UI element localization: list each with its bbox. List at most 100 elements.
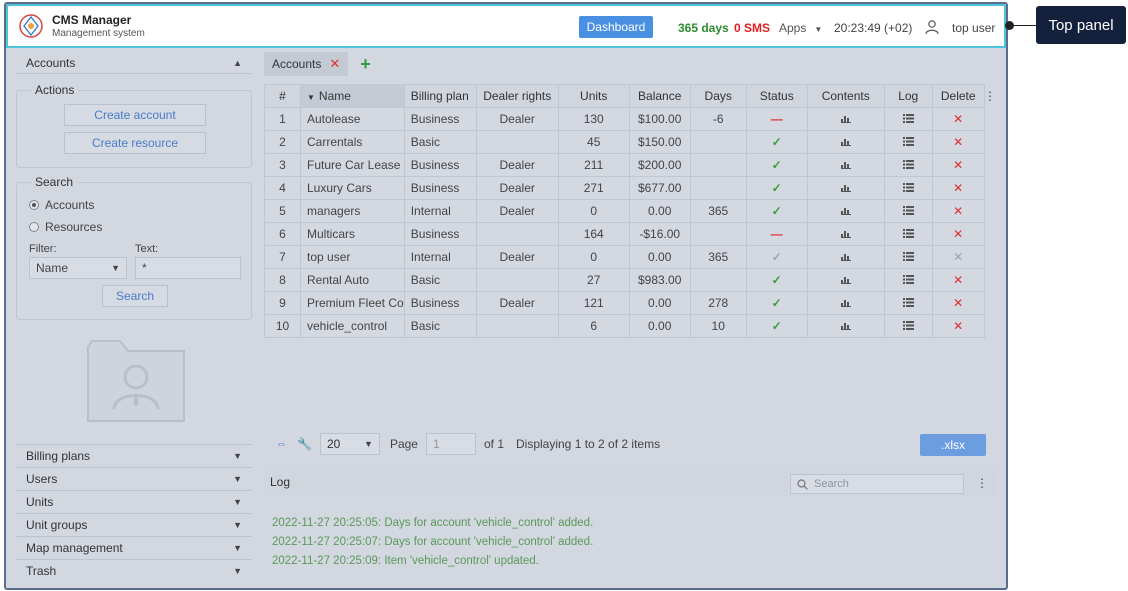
tab-bar: Accounts ✕ + (264, 52, 371, 76)
dashboard-button[interactable]: Dashboard (579, 16, 653, 38)
row-balance: $983.00 (628, 268, 691, 292)
bar-chart-icon[interactable] (840, 137, 851, 146)
fit-columns-icon[interactable]: ⇔ (276, 438, 287, 450)
bar-chart-icon[interactable] (840, 298, 851, 307)
table-row[interactable]: 10 vehicle_control Basic 6 0.00 10 ✓ ✕ (264, 314, 985, 338)
bar-chart-icon[interactable] (840, 252, 851, 261)
row-days: 365 (689, 245, 747, 269)
table-row[interactable]: 4 Luxury Cars Business Dealer 271 $677.00 ✓ ✕ (264, 176, 985, 200)
col-header-name[interactable]: ▼ Name (300, 84, 405, 108)
col-header-contents[interactable]: Contents (806, 84, 885, 108)
sms-counter[interactable]: 0 SMS (734, 21, 770, 35)
list-icon[interactable] (902, 275, 914, 284)
radio-accounts[interactable]: Accounts (29, 198, 94, 212)
delete-icon[interactable]: ✕ (953, 273, 963, 287)
col-header-delete[interactable]: Delete (931, 84, 985, 108)
page-input[interactable]: 1 (425, 433, 476, 455)
bar-chart-icon[interactable] (840, 183, 851, 192)
delete-icon[interactable]: ✕ (953, 296, 963, 310)
close-icon[interactable]: ✕ (329, 56, 340, 72)
row-name: Carrentals (300, 130, 405, 154)
row-units: 121 (557, 291, 630, 315)
delete-icon[interactable]: ✕ (953, 181, 963, 195)
row-billing-plan: Business (403, 222, 477, 246)
wrench-icon[interactable]: 🔧 (297, 437, 312, 451)
actions-title: Actions (31, 83, 79, 97)
table-row[interactable]: 3 Future Car Lease Business Dealer 211 $200.0… (264, 153, 985, 177)
bar-chart-icon[interactable] (840, 229, 851, 238)
row-log (883, 291, 933, 315)
col-header-days[interactable]: Days (689, 84, 747, 108)
row-days (689, 222, 747, 246)
delete-icon[interactable]: ✕ (953, 227, 963, 241)
log-search-input[interactable]: Search (790, 474, 964, 494)
tab-accounts[interactable]: Accounts ✕ (264, 52, 349, 76)
row-name: Future Car Lease (300, 153, 405, 177)
table-row[interactable]: 6 Multicars Business 164 -$16.00 — ✕ (264, 222, 985, 246)
list-icon[interactable] (902, 114, 914, 123)
table-row[interactable]: 2 Carrentals Basic 45 $150.00 ✓ ✕ (264, 130, 985, 154)
table-row[interactable]: 7 top user Internal Dealer 0 0.00 365 ✓ ✕ (264, 245, 985, 269)
days-counter[interactable]: 365 days (678, 21, 729, 35)
delete-icon[interactable]: ✕ (953, 158, 963, 172)
list-icon[interactable] (902, 229, 914, 238)
column-menu-icon[interactable]: ⋮ (978, 84, 1002, 108)
accounts-table-area: # ▼ Name Billing plan Dealer rights Units… (264, 80, 998, 422)
bar-chart-icon[interactable] (840, 114, 851, 123)
bar-chart-icon[interactable] (840, 206, 851, 215)
bar-chart-icon[interactable] (840, 160, 851, 169)
table-row[interactable]: 9 Premium Fleet Co Business Dealer 121 0.00 27… (264, 291, 985, 315)
radio-resources[interactable]: Resources (29, 220, 102, 234)
sidebar-item-users[interactable]: Users ▼ (16, 467, 252, 489)
table-row[interactable]: 1 Autolease Business Dealer 130 $100.00 -6 — ✕ (264, 107, 985, 131)
user-name[interactable]: top user (952, 21, 995, 35)
accounts-section-header[interactable]: Accounts ▲ (16, 52, 252, 74)
filter-select[interactable]: Name ▼ (29, 257, 127, 279)
list-icon[interactable] (902, 321, 914, 330)
export-xlsx-button[interactable]: .xlsx (920, 434, 986, 456)
sidebar-item-map-management[interactable]: Map management ▼ (16, 536, 252, 558)
log-line: 2022-11-27 20:25:05: Days for account 'v… (272, 517, 594, 529)
add-tab-icon[interactable]: + (360, 54, 371, 75)
col-header-units[interactable]: Units (557, 84, 630, 108)
col-header-log[interactable]: Log (883, 84, 933, 108)
list-icon[interactable] (902, 137, 914, 146)
list-icon[interactable] (902, 183, 914, 192)
sidebar-item-trash[interactable]: Trash ▼ (16, 559, 252, 581)
col-header-balance[interactable]: Balance (628, 84, 691, 108)
col-header-status[interactable]: Status (745, 84, 808, 108)
col-header-billing-plan[interactable]: Billing plan (403, 84, 477, 108)
bar-chart-icon[interactable] (840, 321, 851, 330)
delete-icon[interactable]: ✕ (953, 319, 963, 333)
apps-menu[interactable]: Apps ▼ (779, 21, 822, 35)
col-header-number[interactable]: # (264, 84, 301, 108)
search-button[interactable]: Search (102, 285, 168, 307)
list-icon[interactable] (902, 252, 914, 261)
delete-icon[interactable]: ✕ (953, 135, 963, 149)
list-icon[interactable] (902, 206, 914, 215)
table-row[interactable]: 5 managers Internal Dealer 0 0.00 365 ✓ ✕ (264, 199, 985, 223)
row-number: 1 (264, 107, 301, 131)
list-icon[interactable] (902, 298, 914, 307)
delete-icon[interactable]: ✕ (953, 204, 963, 218)
row-number: 6 (264, 222, 301, 246)
user-icon[interactable] (924, 19, 940, 35)
row-units: 130 (557, 107, 630, 131)
page-size-select[interactable]: 20 ▼ (319, 433, 380, 455)
sidebar-item-billing-plans[interactable]: Billing plans ▼ (16, 444, 252, 466)
table-row[interactable]: 8 Rental Auto Basic 27 $983.00 ✓ ✕ (264, 268, 985, 292)
text-field[interactable]: * (135, 257, 241, 279)
bar-chart-icon[interactable] (840, 275, 851, 284)
row-name: Rental Auto (300, 268, 405, 292)
col-header-dealer-rights[interactable]: Dealer rights (475, 84, 559, 108)
create-resource-button[interactable]: Create resource (64, 132, 206, 154)
sidebar-item-unit-groups[interactable]: Unit groups ▼ (16, 513, 252, 535)
row-balance: 0.00 (628, 199, 691, 223)
row-log (883, 199, 933, 223)
cms-logo-icon (19, 14, 43, 38)
sidebar-item-units[interactable]: Units ▼ (16, 490, 252, 512)
list-icon[interactable] (902, 160, 914, 169)
log-menu-icon[interactable]: ⋮ (976, 476, 988, 490)
delete-icon[interactable]: ✕ (953, 112, 963, 126)
create-account-button[interactable]: Create account (64, 104, 206, 126)
